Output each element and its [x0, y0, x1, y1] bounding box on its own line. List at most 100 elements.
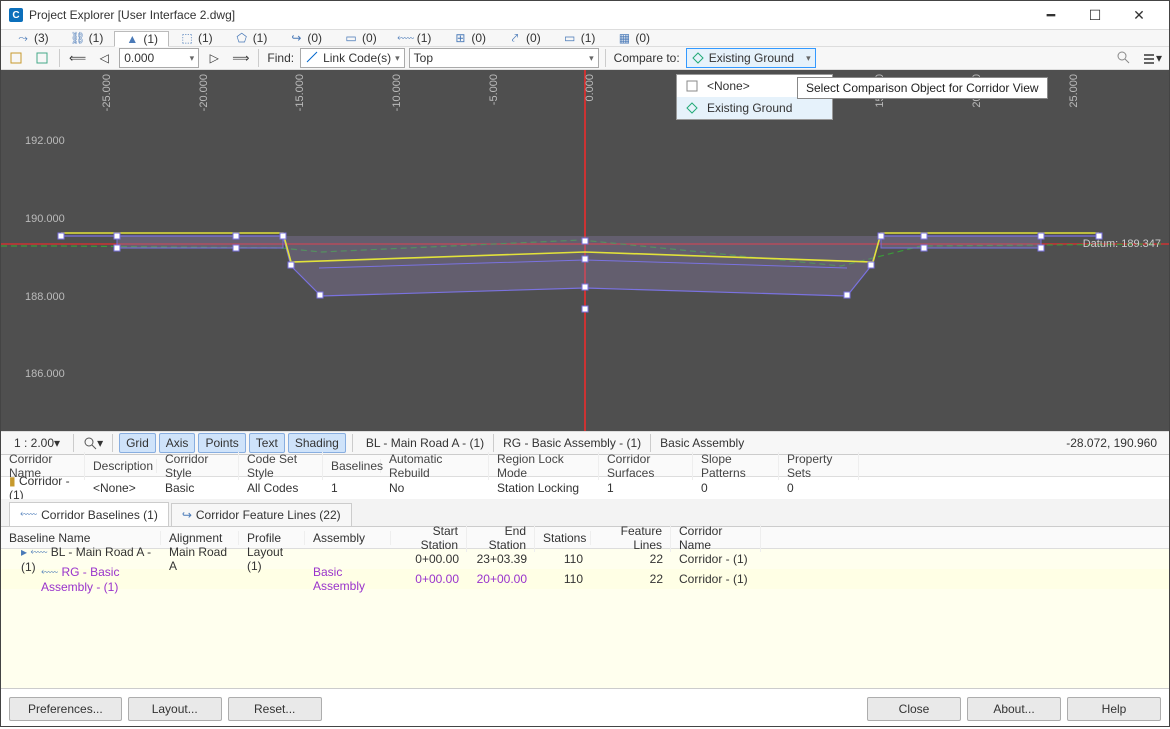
maximize-button[interactable]: ☐ [1073, 1, 1117, 29]
table-cell[interactable]: No [381, 481, 489, 495]
category-tab-8[interactable]: ⊞(0) [442, 30, 497, 46]
table-header[interactable]: Corridor Style [157, 452, 239, 480]
reset-button[interactable]: Reset... [228, 697, 322, 721]
category-tab-3[interactable]: ⬚(1) [169, 30, 224, 46]
breadcrumb-item[interactable]: RG - Basic Assembly - (1) [496, 433, 648, 453]
grid-cell[interactable]: 0+00.00 [391, 552, 467, 566]
grid-cell[interactable]: Main Road A [161, 545, 239, 573]
grid-header[interactable]: Corridor Name [671, 524, 761, 552]
inner-tab-0[interactable]: ⬳Corridor Baselines (1) [9, 502, 169, 526]
category-tab-10[interactable]: ▭(1) [552, 30, 607, 46]
tool-icon-2[interactable] [31, 47, 53, 69]
tool-icon-1[interactable] [5, 47, 27, 69]
category-tab-1[interactable]: ⛓(1) [60, 30, 115, 46]
close-dialog-button[interactable]: Close [867, 697, 961, 721]
minimize-button[interactable]: ━ [1029, 1, 1073, 29]
table-header[interactable]: Property Sets [779, 452, 859, 480]
toggle-grid[interactable]: Grid [119, 433, 156, 453]
grid-cell[interactable]: Corridor - (1) [671, 552, 761, 566]
compare-option-existing[interactable]: Existing Ground [677, 97, 832, 119]
breadcrumb-item[interactable]: BL - Main Road A - (1) [359, 433, 491, 453]
inner-tabs: ⬳Corridor Baselines (1)↪Corridor Feature… [1, 499, 1169, 527]
grid-cell[interactable]: ⬳ RG - Basic Assembly - (1) [1, 565, 161, 594]
prev-step-icon[interactable]: ◁ [93, 47, 115, 69]
layout-button[interactable]: Layout... [128, 697, 222, 721]
table-cell[interactable]: Basic [157, 481, 239, 495]
table-cell[interactable]: ▮ Corridor - (1) [1, 474, 85, 502]
grid-cell[interactable]: 110 [535, 552, 591, 566]
help-button[interactable]: Help [1067, 697, 1161, 721]
category-tab-2[interactable]: ▲(1) [114, 31, 169, 47]
grid-header[interactable]: Stations [535, 531, 591, 545]
grid-header[interactable]: Assembly [305, 531, 391, 545]
compare-dropdown[interactable]: Existing Ground▾ [686, 48, 816, 68]
grid-row[interactable]: ▸ ⬳ BL - Main Road A - (1)Main Road ALay… [1, 549, 1169, 569]
table-header[interactable]: Corridor Surfaces [599, 452, 693, 480]
table-cell[interactable]: 0 [693, 481, 779, 495]
table-cell[interactable]: Station Locking [489, 481, 599, 495]
prev-station-icon[interactable]: ⟸ [66, 47, 89, 69]
x-axis-label: -25.000 [101, 74, 113, 111]
search-icon[interactable] [1113, 47, 1135, 69]
grid-header[interactable]: Alignment [161, 531, 239, 545]
toggle-axis[interactable]: Axis [159, 433, 196, 453]
grid-cell[interactable]: Corridor - (1) [671, 572, 761, 586]
y-axis-label: 186.000 [25, 368, 65, 380]
next-station-icon[interactable]: ⟹ [229, 47, 252, 69]
table-header[interactable]: Region Lock Mode [489, 452, 599, 480]
menu-icon[interactable]: ▾ [1139, 47, 1165, 69]
table-header[interactable]: Automatic Rebuild [381, 452, 489, 480]
zoom-ratio[interactable]: 1 : 2.00 ▾ [7, 433, 67, 453]
table-header[interactable]: Baselines [323, 459, 381, 473]
preferences-button[interactable]: Preferences... [9, 697, 122, 721]
table-cell[interactable]: <None> [85, 481, 157, 495]
grid-cell[interactable]: 20+00.00 [467, 572, 535, 586]
grid-cell[interactable]: 22 [591, 572, 671, 586]
find-label: Find: [265, 51, 296, 65]
grid-cell[interactable]: 23+03.39 [467, 552, 535, 566]
toolbar: ⟸ ◁ 0.000▾ ▷ ⟹ Find: Link Code(s)▾ Top▾ … [1, 47, 1169, 70]
about-button[interactable]: About... [967, 697, 1061, 721]
cursor-coordinates: -28.072, 190.960 [1066, 436, 1163, 450]
grid-header[interactable]: End Station [467, 524, 535, 552]
category-tab-11[interactable]: ▦(0) [606, 30, 661, 46]
table-cell[interactable]: All Codes [239, 481, 323, 495]
window-title: Project Explorer [User Interface 2.dwg] [29, 8, 1029, 22]
category-tab-0[interactable]: ⤳(3) [5, 30, 60, 46]
grid-header[interactable]: Feature Lines [591, 524, 671, 552]
grid-header[interactable]: Start Station [391, 524, 467, 552]
table-header[interactable]: Code Set Style [239, 452, 323, 480]
footer: Preferences... Layout... Reset... Close … [1, 689, 1169, 729]
category-tab-6[interactable]: ▭(0) [333, 30, 388, 46]
tab-icon: ⬳ [20, 507, 37, 522]
table-cell[interactable]: 0 [779, 481, 859, 495]
category-tab-5[interactable]: ↪(0) [278, 30, 333, 46]
compare-value-text: Existing Ground [709, 51, 794, 65]
breadcrumb-item[interactable]: Basic Assembly [653, 433, 751, 453]
station-value-input[interactable]: 0.000▾ [119, 48, 199, 68]
category-tab-9[interactable]: ⤤(0) [497, 30, 552, 46]
section-viewport[interactable]: Datum: 189.347 192.000190.000188.000186.… [1, 70, 1169, 431]
grid-header[interactable]: Profile [239, 531, 305, 545]
close-button[interactable]: ✕ [1117, 1, 1161, 29]
toggle-shading[interactable]: Shading [288, 433, 346, 453]
inner-tab-1[interactable]: ↪Corridor Feature Lines (22) [171, 503, 352, 526]
table-header[interactable]: Slope Patterns [693, 452, 779, 480]
view-mode-dropdown[interactable]: Top▾ [409, 48, 599, 68]
grid-cell[interactable]: Layout (1) [239, 545, 305, 573]
toggle-points[interactable]: Points [198, 433, 245, 453]
next-step-icon[interactable]: ▷ [203, 47, 225, 69]
grid-cell[interactable]: 110 [535, 572, 591, 586]
grid-cell[interactable]: 22 [591, 552, 671, 566]
table-header[interactable]: Description [85, 459, 157, 473]
toggle-text[interactable]: Text [249, 433, 285, 453]
grid-cell[interactable]: 0+00.00 [391, 572, 467, 586]
table-cell[interactable]: 1 [599, 481, 693, 495]
grid-header[interactable]: Baseline Name [1, 531, 161, 545]
category-tab-7[interactable]: ⬳(1) [388, 30, 443, 46]
find-mode-dropdown[interactable]: Link Code(s)▾ [300, 48, 405, 68]
category-tab-4[interactable]: ⬠(1) [224, 30, 279, 46]
tab-icon: ⤳ [16, 31, 30, 45]
table-cell[interactable]: 1 [323, 481, 381, 495]
grid-cell[interactable]: Basic Assembly [305, 565, 391, 593]
